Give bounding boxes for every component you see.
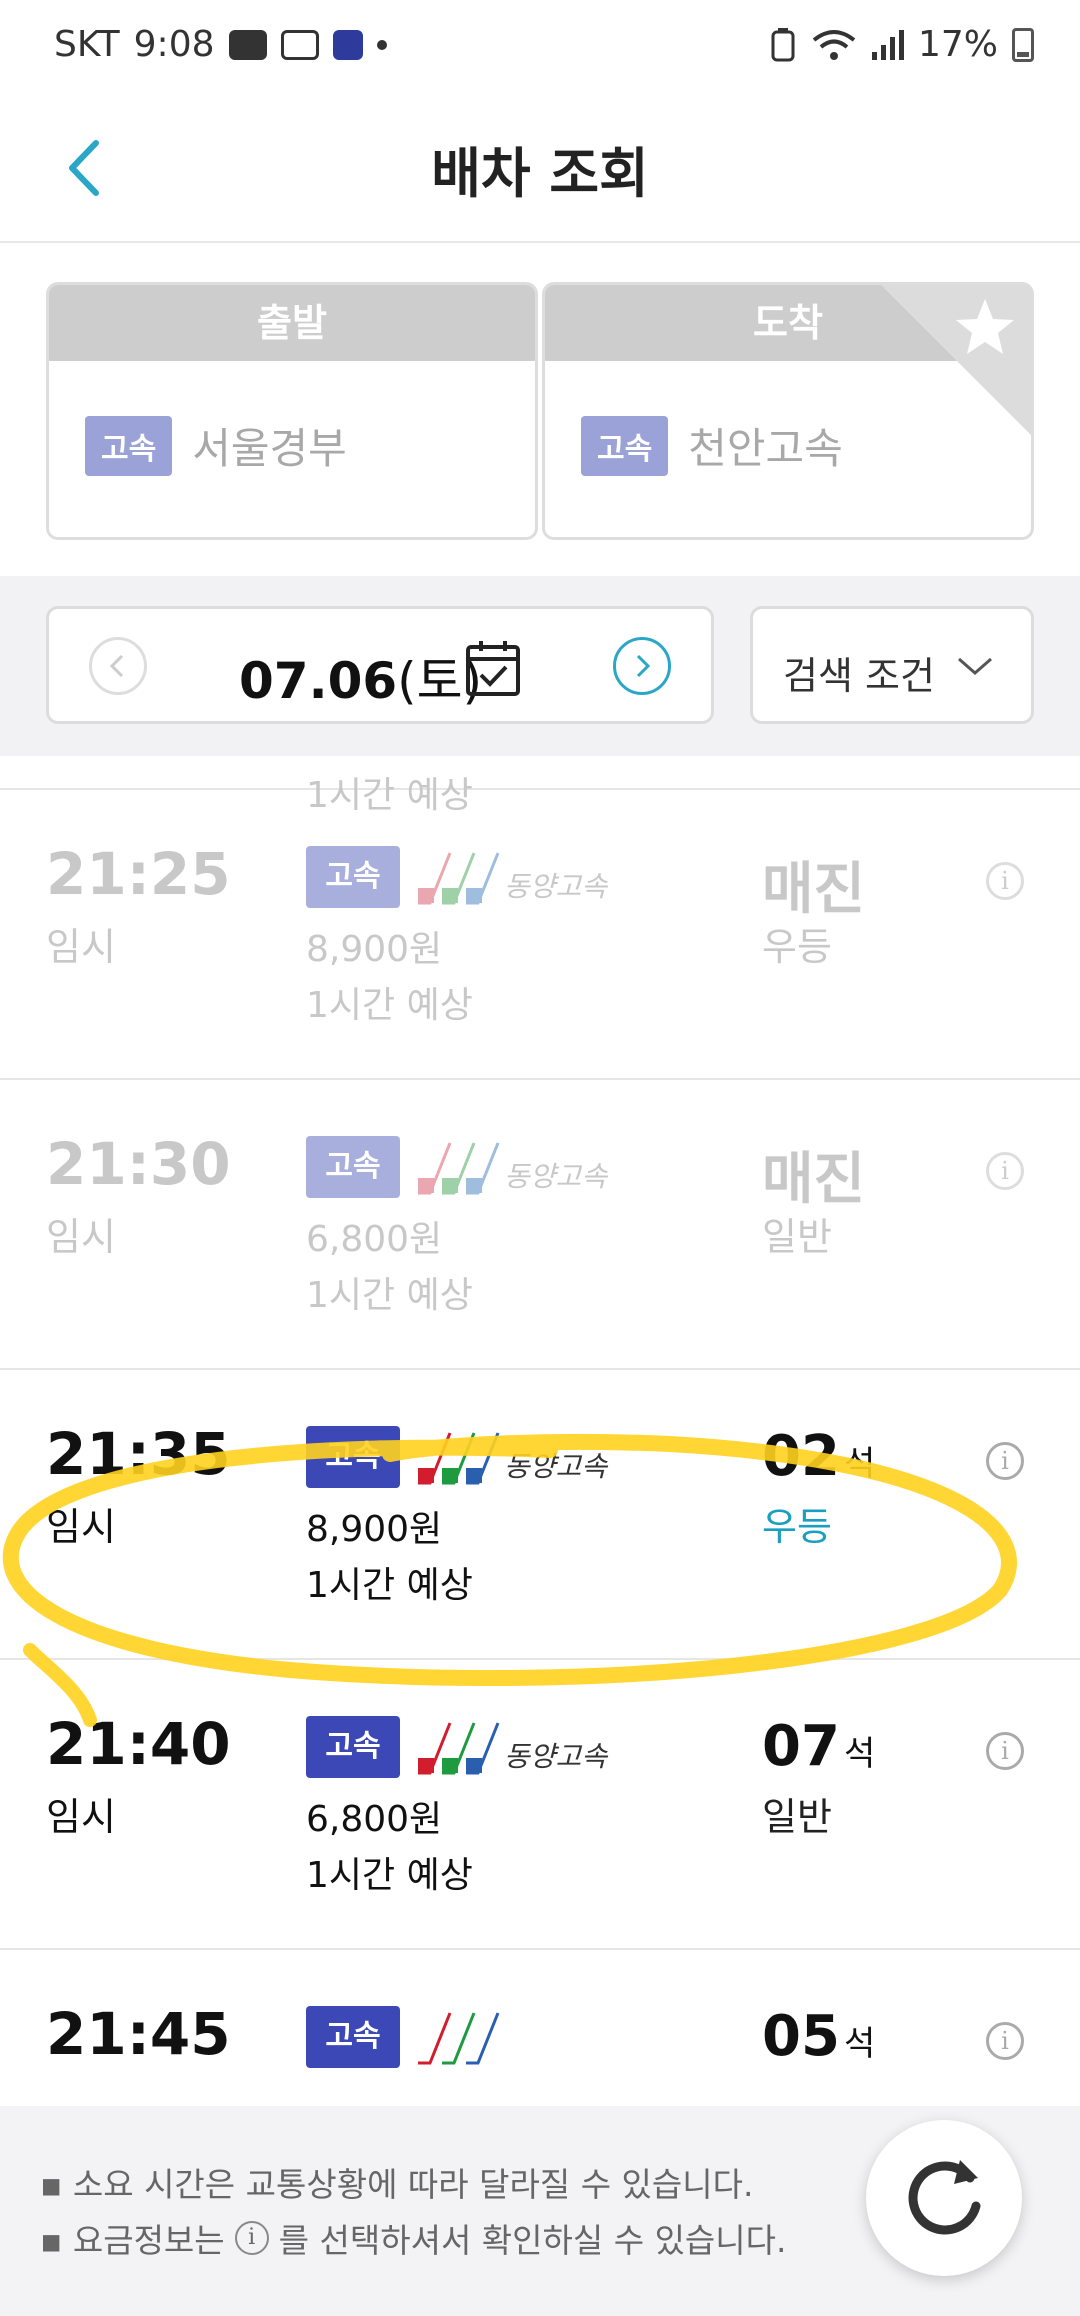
fare: 6,800원 — [306, 1219, 443, 1260]
bus-grade: 우등 — [762, 925, 832, 969]
fare: 8,900원 — [306, 929, 443, 970]
duration: 1시간 예상 — [306, 1275, 473, 1316]
departure-time: 21:45 — [46, 2000, 231, 2068]
date-selector: 07.06(토) — [46, 606, 714, 724]
arrival-terminal: 천안고속 — [688, 424, 843, 473]
fare-info-icon[interactable]: i — [986, 2022, 1024, 2060]
app-header: 배차 조회 — [0, 95, 1080, 243]
fare-info-icon[interactable]: i — [986, 1152, 1024, 1190]
service-type: 임시 — [46, 925, 116, 969]
schedule-row[interactable]: 21:35 임시 고속 동양고속 8,900원 1시간 예상 02 석 우등 i — [0, 1370, 1080, 1660]
clock: 9:08 — [133, 24, 215, 65]
seats-remaining: 05 석 — [762, 2004, 876, 2069]
search-filter-label: 검색 조건 — [783, 654, 935, 698]
duration: 1시간 예상 — [306, 1565, 473, 1606]
signal-icon — [871, 29, 904, 60]
bus-grade: 우등 — [762, 1505, 832, 1549]
express-badge: 고속 — [581, 415, 669, 476]
note-duration: ▪ 소요 시간은 교통상황에 따라 달라질 수 있습니다. — [40, 2165, 754, 2204]
seats-remaining: 매진 — [762, 1147, 866, 1212]
schedule-row[interactable]: 21:40 임시 고속 동양고속 6,800원 1시간 예상 07 석 일반 i — [0, 1660, 1080, 1950]
schedule-list: 1시간 예상 21:25 임시 고속 동양고속 8,900원 1시간 예상 매진… — [0, 756, 1080, 2106]
departure-time: 21:40 — [46, 1710, 231, 1778]
company-name: 동양고속 — [504, 1160, 608, 1193]
dongyang-express-logo-icon: 동양고속 — [418, 852, 608, 905]
gallery-notification-icon — [280, 29, 319, 60]
fare-info-icon[interactable]: i — [986, 1442, 1024, 1480]
refresh-icon — [908, 2160, 981, 2235]
chevron-left-icon — [109, 654, 124, 678]
selected-date[interactable]: 07.06(토) — [239, 641, 482, 713]
seats-remaining: 02 석 — [762, 1424, 876, 1489]
calendar-icon[interactable] — [465, 639, 521, 697]
battery-saver-icon — [771, 27, 795, 61]
schedule-row-partial[interactable]: 1시간 예상 — [0, 756, 1080, 816]
fare-info-icon[interactable]: i — [986, 1732, 1024, 1770]
battery-icon — [1012, 27, 1034, 62]
favorite-star-icon[interactable] — [881, 285, 1031, 435]
company-name: 동양고속 — [504, 1450, 608, 1483]
service-type: 임시 — [46, 1795, 116, 1839]
express-badge: 고속 — [306, 1716, 400, 1778]
chevron-right-icon — [636, 654, 651, 678]
status-bar: SKT 9:08 17% — [0, 0, 1080, 95]
schedule-row[interactable]: 21:30 임시 고속 동양고속 6,800원 1시간 예상 매진 일반 i — [0, 1080, 1080, 1370]
wifi-icon — [812, 29, 856, 60]
departure-card[interactable]: 출발 고속 서울경부 — [46, 282, 538, 540]
express-badge: 고속 — [306, 846, 400, 908]
duration: 1시간 예상 — [306, 985, 473, 1026]
express-badge: 고속 — [306, 1136, 400, 1198]
refresh-button[interactable] — [866, 2120, 1022, 2276]
next-date-button[interactable] — [613, 637, 671, 695]
note-fare: ▪ 요금정보는 i 를 선택하셔서 확인하실 수 있습니다. — [40, 2214, 787, 2262]
fare: 6,800원 — [306, 1799, 443, 1840]
dongyang-express-logo-icon — [418, 2012, 500, 2065]
departure-header: 출발 — [49, 285, 535, 361]
note-fare-after: 를 선택하셔서 확인하실 수 있습니다. — [278, 2221, 787, 2260]
departure-time: 21:25 — [46, 840, 231, 908]
express-badge: 고속 — [306, 2006, 400, 2068]
seats-remaining: 07 석 — [762, 1714, 876, 1779]
company-name: 동양고속 — [504, 870, 608, 903]
footer-notes: ▪ 소요 시간은 교통상황에 따라 달라질 수 있습니다. ▪ 요금정보는 i … — [0, 2106, 1080, 2316]
company-name: 동양고속 — [504, 1740, 608, 1773]
seats-remaining: 매진 — [762, 857, 866, 922]
duration: 1시간 예상 — [306, 1855, 473, 1896]
fare: 8,900원 — [306, 1509, 443, 1550]
dongyang-express-logo-icon: 동양고속 — [418, 1432, 608, 1485]
fare-info-icon[interactable]: i — [986, 862, 1024, 900]
carrier-label: SKT — [54, 24, 120, 65]
schedule-row[interactable]: 21:45 고속 05 석 i — [0, 1950, 1080, 2106]
date-day: 07.06 — [239, 652, 398, 710]
express-badge: 고속 — [85, 415, 173, 476]
dongyang-express-logo-icon: 동양고속 — [418, 1142, 608, 1195]
departure-terminal: 서울경부 — [192, 424, 347, 473]
more-notifications-icon — [376, 39, 387, 50]
battery-percent: 17% — [917, 24, 998, 65]
status-left: SKT 9:08 — [54, 24, 387, 65]
service-type: 임시 — [46, 1215, 116, 1259]
arrival-body: 고속 천안고속 — [581, 415, 843, 476]
status-right: 17% — [768, 24, 1034, 65]
schedule-row[interactable]: 21:25 임시 고속 동양고속 8,900원 1시간 예상 매진 우등 i — [0, 790, 1080, 1080]
app-notification-icon — [332, 29, 363, 60]
page-title: 배차 조회 — [431, 142, 649, 205]
date-bar: 07.06(토) 검색 조건 — [0, 576, 1080, 756]
arrival-card[interactable]: 도착 고속 천안고속 — [542, 282, 1034, 540]
prev-date-button[interactable] — [89, 637, 147, 695]
chevron-down-icon — [958, 657, 992, 675]
info-icon: i — [234, 2221, 269, 2255]
departure-time: 21:35 — [46, 1420, 231, 1488]
departure-time: 21:30 — [46, 1130, 231, 1198]
search-filter-button[interactable]: 검색 조건 — [750, 606, 1034, 724]
bus-grade: 일반 — [762, 1215, 832, 1259]
dongyang-express-logo-icon: 동양고속 — [418, 1722, 608, 1775]
note-fare-before: ▪ 요금정보는 — [40, 2221, 225, 2260]
express-badge: 고속 — [306, 1426, 400, 1488]
service-type: 임시 — [46, 1505, 116, 1549]
bus-grade: 일반 — [762, 1795, 832, 1839]
youtube-notification-icon — [228, 29, 267, 60]
departure-body: 고속 서울경부 — [85, 415, 347, 476]
